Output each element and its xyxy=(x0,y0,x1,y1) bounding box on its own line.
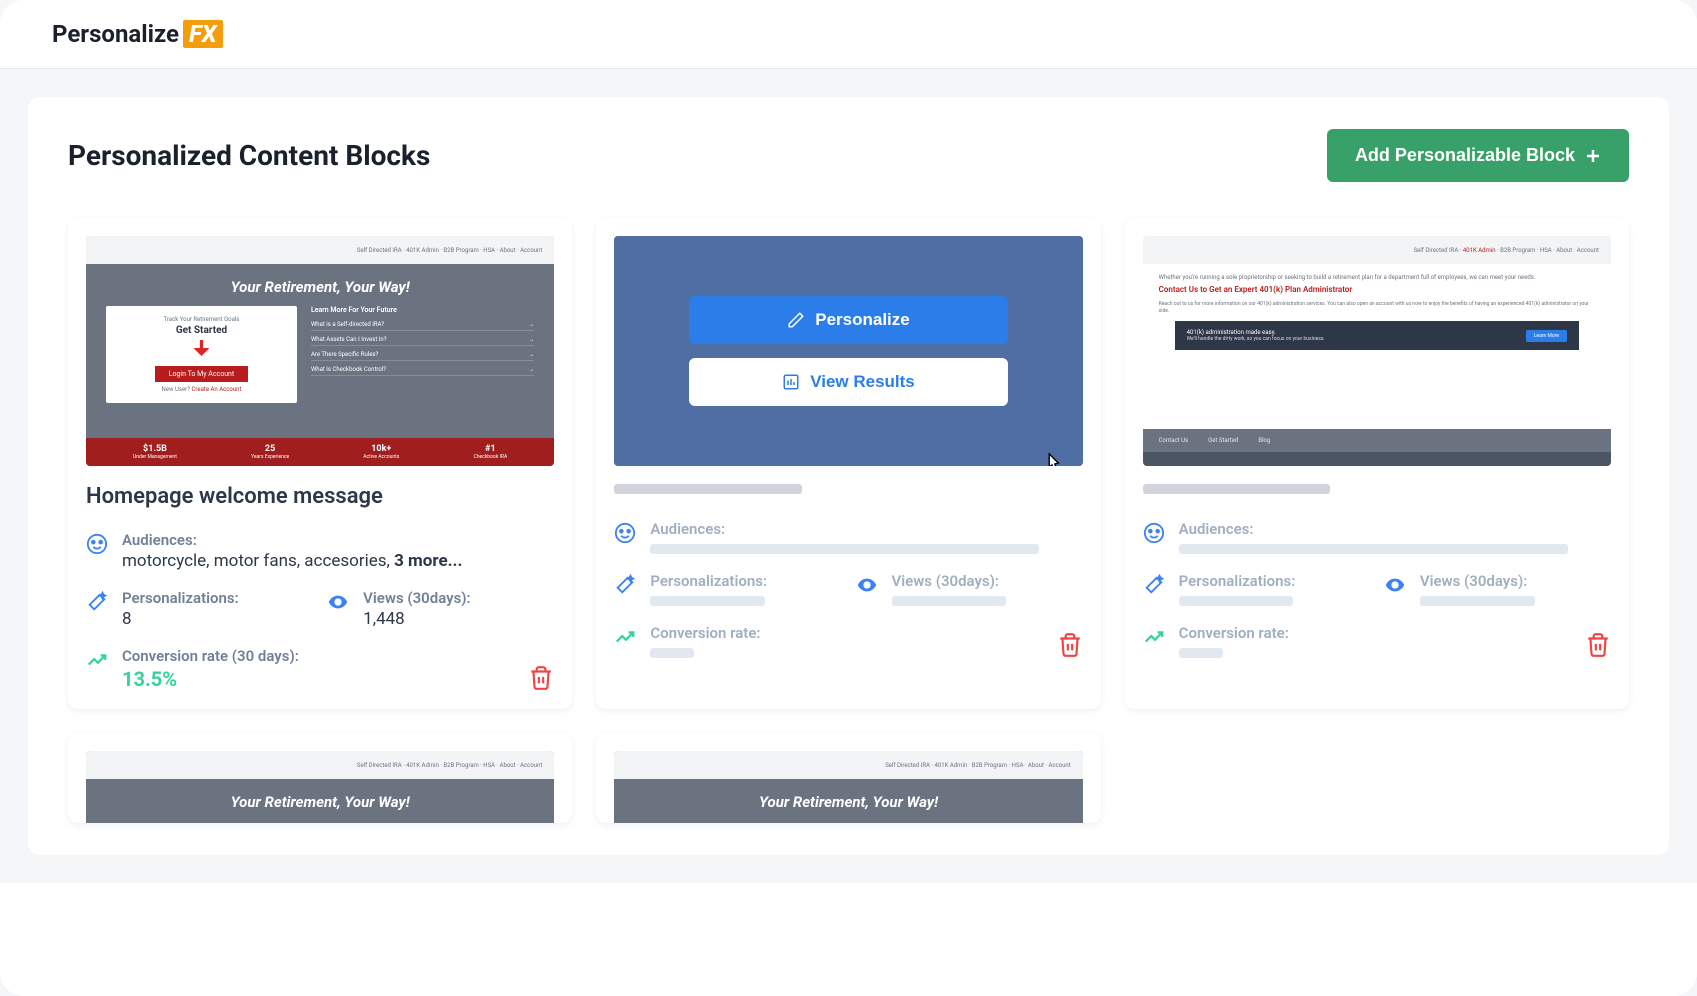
personalizations-label: Personalizations: xyxy=(122,589,313,607)
personalize-button[interactable]: Personalize xyxy=(689,296,1008,344)
personalizations-label: Personalizations: xyxy=(650,572,841,590)
pencil-icon xyxy=(787,311,805,329)
add-block-button[interactable]: Add Personalizable Block xyxy=(1327,129,1629,182)
view-results-button[interactable]: View Results xyxy=(689,358,1008,406)
content-block-card[interactable]: Self Directed IRA · 401K Admin · B2B Pro… xyxy=(68,733,572,823)
trend-up-icon xyxy=(86,649,108,671)
trend-up-icon xyxy=(614,626,636,648)
audiences-icon xyxy=(1143,522,1165,544)
card-preview-thumbnail: Personalize View Results xyxy=(614,236,1082,466)
audiences-label: Audiences: xyxy=(122,531,554,549)
logo-text: Personalize xyxy=(52,20,179,48)
eye-icon xyxy=(1384,574,1406,596)
cursor-icon xyxy=(1041,452,1063,466)
card-preview-thumbnail: Self Directed IRA · 401K Admin · B2B Pro… xyxy=(614,751,1082,823)
personalizations-label: Personalizations: xyxy=(1179,572,1370,590)
skeleton-title xyxy=(614,484,801,494)
conversion-label: Conversion rate: xyxy=(650,624,760,642)
content-block-card[interactable]: Self Directed IRA · 401K Admin · B2B Pro… xyxy=(1125,218,1629,709)
audiences-label: Audiences: xyxy=(1179,520,1611,538)
logo-fx: FX xyxy=(183,20,223,48)
views-label: Views (30days): xyxy=(1420,572,1611,590)
audiences-value: motorcycle, motor fans, accesories, 3 mo… xyxy=(122,551,554,571)
add-block-label: Add Personalizable Block xyxy=(1355,145,1575,166)
conversion-label: Conversion rate: xyxy=(1179,624,1289,642)
conversion-value: 13.5% xyxy=(122,667,299,691)
delete-button[interactable] xyxy=(1057,632,1083,658)
audiences-label: Audiences: xyxy=(650,520,1082,538)
card-preview-thumbnail: Self Directed IRA · 401K Admin · B2B Pro… xyxy=(1143,236,1611,466)
audiences-icon xyxy=(614,522,636,544)
wand-icon xyxy=(86,591,108,613)
card-title: Homepage welcome message xyxy=(86,484,554,509)
delete-button[interactable] xyxy=(528,665,554,691)
card-preview-thumbnail: Self Directed IRA · 401K Admin · B2B Pro… xyxy=(86,751,554,823)
chart-icon xyxy=(782,373,800,391)
card-preview-thumbnail: Self Directed IRA · 401K Admin · B2B Pro… xyxy=(86,236,554,466)
content-block-card[interactable]: Self Directed IRA · 401K Admin · B2B Pro… xyxy=(68,218,572,709)
content-block-card[interactable]: Personalize View Results xyxy=(596,218,1100,709)
personalizations-value: 8 xyxy=(122,609,313,629)
views-label: Views (30days): xyxy=(892,572,1083,590)
app-header: Personalize FX xyxy=(0,0,1697,69)
eye-icon xyxy=(327,591,349,613)
skeleton-title xyxy=(1143,484,1330,494)
app-logo: Personalize FX xyxy=(52,20,1645,48)
views-label: Views (30days): xyxy=(363,589,554,607)
eye-icon xyxy=(856,574,878,596)
audiences-icon xyxy=(86,533,108,555)
page-title: Personalized Content Blocks xyxy=(68,139,430,172)
views-value: 1,448 xyxy=(363,609,554,629)
wand-icon xyxy=(1143,574,1165,596)
wand-icon xyxy=(614,574,636,596)
conversion-label: Conversion rate (30 days): xyxy=(122,647,299,665)
plus-icon xyxy=(1585,148,1601,164)
trend-up-icon xyxy=(1143,626,1165,648)
content-block-card[interactable]: Self Directed IRA · 401K Admin · B2B Pro… xyxy=(596,733,1100,823)
delete-button[interactable] xyxy=(1585,632,1611,658)
